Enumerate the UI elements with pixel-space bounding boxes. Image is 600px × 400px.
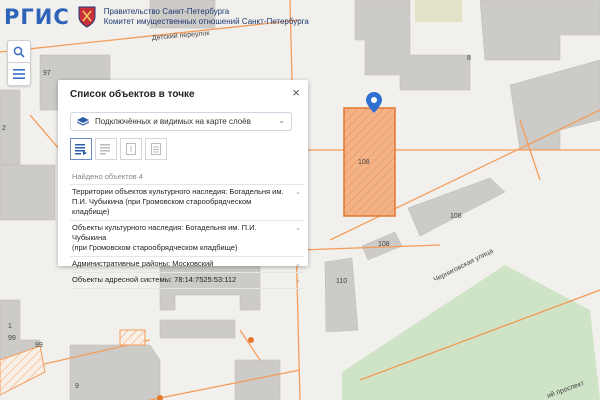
house-number: 110 <box>336 278 347 285</box>
print-button[interactable] <box>145 138 167 160</box>
house-number: 8 <box>467 55 471 62</box>
list-item[interactable]: Территории объектов культурного наследия… <box>70 184 304 221</box>
header: РГИС Правительство Санкт-Петербурга Коми… <box>0 0 309 34</box>
building <box>324 257 359 333</box>
layers-icon <box>77 116 89 126</box>
panel-title: Список объектов в точке <box>70 89 195 100</box>
document-export-icon <box>126 143 136 155</box>
list-item[interactable]: Административные районы: Московский ⌄ <box>70 257 304 273</box>
layer-select[interactable]: Подключённых и видимых на карте слоёв ⌄ <box>70 112 292 131</box>
logo[interactable]: РГИС <box>4 5 70 29</box>
menu-button[interactable] <box>7 62 31 86</box>
found-count: Найдено объектов 4 <box>72 172 143 181</box>
building <box>234 359 281 400</box>
parcel-hatched <box>119 329 146 346</box>
objects-at-point-panel: Список объектов в точке × Подключённых и… <box>58 80 308 289</box>
search-button[interactable] <box>7 40 31 64</box>
chevron-down-icon: ⌄ <box>295 261 301 268</box>
compact-list-icon <box>100 143 110 154</box>
list-item-line1: Территории объектов культурного наследия… <box>72 187 284 196</box>
list-item-line1: Административные районы: Московский <box>72 259 214 268</box>
list-item[interactable]: Объекты адресной системы: 78:14:7525:53:… <box>70 273 304 289</box>
org-line2: Комитет имущественных отношений Санкт-Пе… <box>103 17 309 26</box>
compact-list-button[interactable] <box>95 138 117 160</box>
building <box>407 177 506 237</box>
house-number: 108 <box>378 241 390 248</box>
building <box>0 164 56 221</box>
house-number: 108 <box>450 213 462 220</box>
org-line1: Правительство Санкт-Петербурга <box>103 7 230 16</box>
view-toolbar <box>70 138 170 160</box>
hamburger-menu-icon <box>13 69 25 79</box>
document-icon <box>151 143 161 155</box>
organization-name: Правительство Санкт-Петербурга Комитет и… <box>104 7 309 27</box>
house-number: 97 <box>43 70 51 77</box>
chevron-down-icon: ⌄ <box>278 116 285 125</box>
search-icon <box>13 46 25 58</box>
list-icon <box>75 143 87 155</box>
building <box>479 0 600 61</box>
chevron-down-icon: ⌄ <box>295 189 301 196</box>
house-number: 99 <box>8 335 16 342</box>
layer-select-label: Подключённых и видимых на карте слоёв <box>95 117 251 126</box>
park-area <box>342 265 600 400</box>
list-item-line2: (при Громовском старообрядческом кладбищ… <box>72 243 238 252</box>
coat-of-arms-icon <box>78 6 96 28</box>
chevron-down-icon: ⌄ <box>295 225 301 232</box>
house-number: 1 <box>8 323 12 330</box>
list-view-button[interactable] <box>70 138 92 160</box>
building <box>159 319 236 339</box>
list-item[interactable]: Объекты культурного наследия: Богадельня… <box>70 221 304 257</box>
building <box>509 59 600 151</box>
house-number: 9 <box>75 383 79 390</box>
house-number: 2 <box>2 125 6 132</box>
building <box>69 344 161 400</box>
house-number: 99 <box>35 342 43 349</box>
export-button[interactable] <box>120 138 142 160</box>
list-item-line1: Объекты культурного наследия: Богадельня… <box>72 223 257 242</box>
close-icon[interactable]: × <box>292 85 300 100</box>
objects-list: Территории объектов культурного наследия… <box>70 184 304 289</box>
chevron-down-icon: ⌄ <box>295 277 301 284</box>
list-item-line2: П.И. Чубыкина (при Громовском старообряд… <box>72 197 252 216</box>
list-item-line1: Объекты адресной системы: 78:14:7525:53:… <box>72 275 237 284</box>
